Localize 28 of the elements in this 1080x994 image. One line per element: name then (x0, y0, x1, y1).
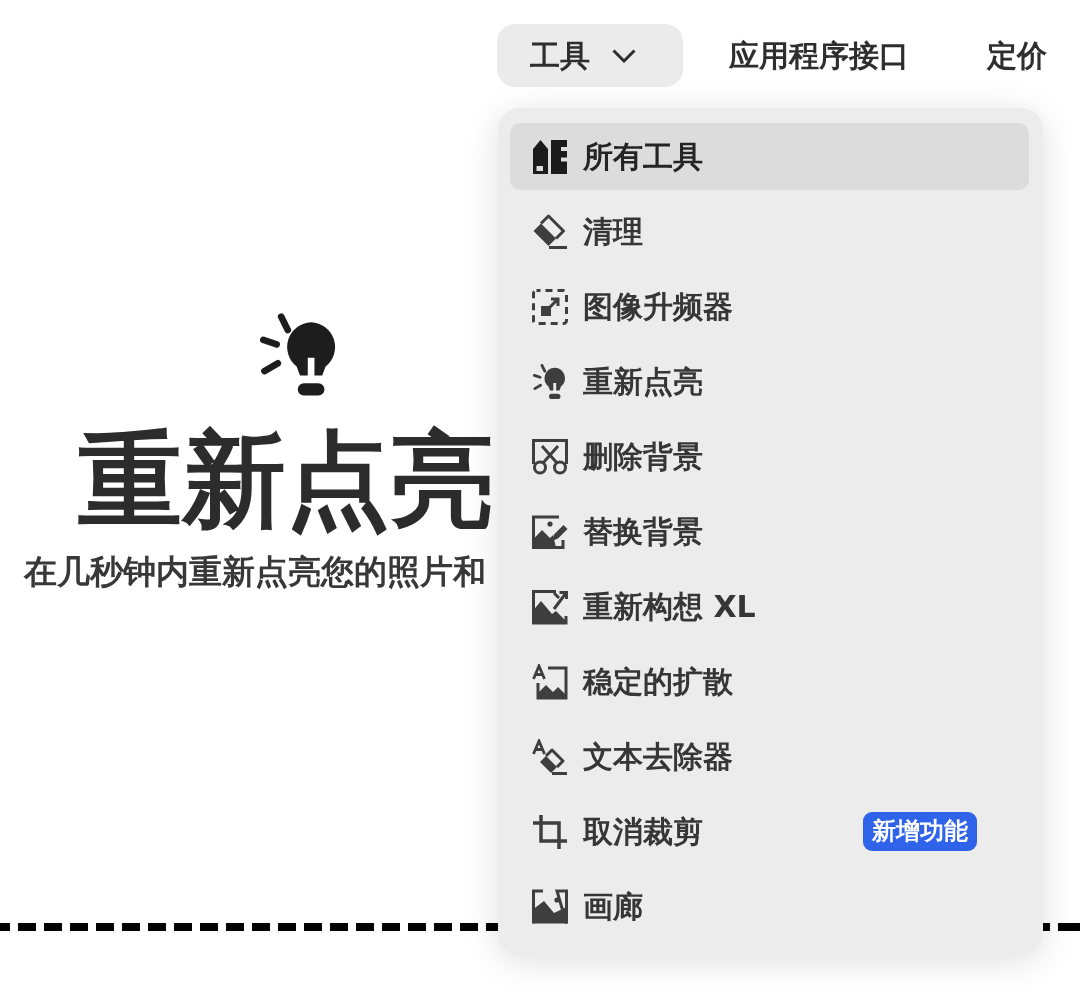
menu-item[interactable]: 图像升频器 (510, 273, 1029, 340)
menu-item[interactable]: 删除背景 (510, 423, 1029, 490)
menu-item[interactable]: 取消裁剪 新增功能 (510, 798, 1029, 865)
nav-link[interactable]: 应用程序接口 (729, 37, 909, 74)
menu-item[interactable]: 稳定的扩散 (510, 648, 1029, 715)
menu-item[interactable]: 替换背景 (510, 498, 1029, 565)
image-arrow-icon (532, 588, 568, 625)
text-image-icon (532, 663, 568, 700)
image-pencil-icon (532, 513, 568, 550)
pencil-ruler-icon (532, 138, 568, 175)
scissors-icon (532, 438, 568, 475)
menu-item[interactable]: 所有工具 (510, 123, 1029, 190)
new-badge: 新增功能 (863, 812, 977, 851)
hero-subtitle: 在几秒钟内重新点亮您的照片和 (24, 552, 486, 592)
menu-item[interactable]: 画廊 (510, 873, 1029, 940)
menu-item[interactable]: 重新点亮 (510, 348, 1029, 415)
crop-icon (532, 813, 568, 850)
image-icon (532, 888, 568, 925)
lightbulb-icon (532, 363, 568, 400)
chevron-down-icon (612, 48, 636, 63)
nav-link[interactable]: 定价 (987, 37, 1047, 74)
menu-item[interactable]: 文本去除器 (510, 723, 1029, 790)
hero-title: 重新点亮 (78, 420, 494, 540)
eraser-icon (532, 213, 568, 250)
menu-item[interactable]: 清理 (510, 198, 1029, 265)
tools-menu-button[interactable]: 工具 (497, 24, 683, 87)
text-eraser-icon (532, 738, 568, 775)
menu-item[interactable]: 重新构想 XL (510, 573, 1029, 640)
